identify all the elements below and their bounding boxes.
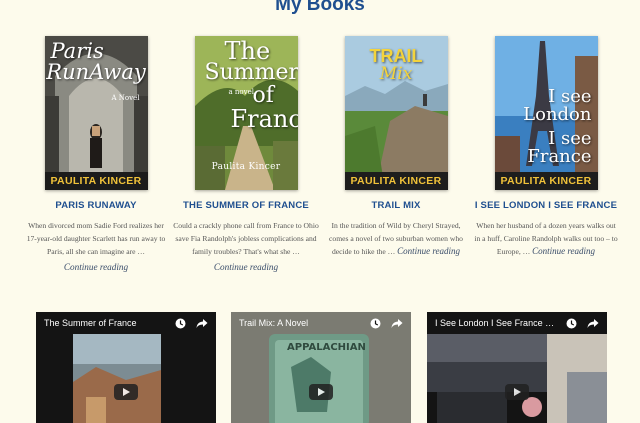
- video-controls: [174, 317, 208, 329]
- continue-reading-link[interactable]: Continue reading: [21, 262, 171, 272]
- book-card-paris-runaway: Paris RunAway A Novel PAULITA KINCER PAR…: [21, 36, 171, 272]
- cover-subtitle: A Novel: [111, 94, 140, 102]
- clock-icon[interactable]: [369, 317, 381, 329]
- book-cover[interactable]: TRAIL Mix PAULITA KINCER: [344, 36, 448, 190]
- book-excerpt: In the tradition of Wild by Cheryl Stray…: [321, 219, 471, 258]
- continue-reading-link[interactable]: Continue reading: [171, 262, 321, 272]
- book-card-trail-mix: TRAIL Mix PAULITA KINCER TRAIL MIX In th…: [321, 36, 471, 258]
- book-excerpt: When divorced mom Sadie Ford realizes he…: [21, 219, 171, 258]
- book-title-link[interactable]: THE SUMMER OF FRANCE: [171, 200, 321, 211]
- cover-title: of: [252, 83, 274, 108]
- book-card-summer-of-france: The Summer a novel of France Paulita Kin…: [171, 36, 321, 272]
- continue-reading-link[interactable]: Continue reading: [397, 246, 460, 256]
- book-card-i-see-london: I see London I see France PAULITA KINCER…: [471, 36, 621, 258]
- video-controls: [369, 317, 403, 329]
- video-title[interactable]: I See London I See France boo...: [435, 318, 555, 328]
- book-cover[interactable]: I see London I see France PAULITA KINCER: [494, 36, 598, 190]
- book-cover[interactable]: The Summer a novel of France Paulita Kin…: [194, 36, 298, 190]
- book-title-link[interactable]: PARIS RUNAWAY: [21, 200, 171, 211]
- book-cover[interactable]: Paris RunAway A Novel PAULITA KINCER: [44, 36, 148, 190]
- book-title-link[interactable]: TRAIL MIX: [321, 200, 471, 211]
- cover-subtitle: a novel: [228, 88, 254, 96]
- share-icon[interactable]: [587, 317, 599, 329]
- clock-icon[interactable]: [174, 317, 186, 329]
- share-icon[interactable]: [196, 317, 208, 329]
- share-icon[interactable]: [391, 317, 403, 329]
- cover-author: PAULITA KINCER: [44, 172, 148, 190]
- video-embed-i-see-london[interactable]: I See London I See France boo...: [427, 312, 607, 423]
- book-excerpt: When her husband of a dozen years walks …: [471, 219, 621, 258]
- cover-title: Paris: [50, 39, 104, 63]
- cover-author: PAULITA KINCER: [494, 172, 598, 190]
- video-title[interactable]: The Summer of France: [44, 318, 164, 328]
- video-title[interactable]: Trail Mix: A Novel: [239, 318, 359, 328]
- cover-title: Mix: [379, 64, 413, 84]
- play-icon[interactable]: [114, 384, 138, 400]
- book-title-link[interactable]: I SEE LONDON I SEE FRANCE: [471, 200, 621, 211]
- svg-text:APPALACHIAN: APPALACHIAN: [287, 342, 366, 353]
- cover-title: Summer: [204, 60, 298, 85]
- section-title: My Books: [275, 0, 365, 15]
- cover-title: TRAIL: [369, 46, 423, 66]
- play-icon[interactable]: [309, 384, 333, 400]
- cover-title: London: [523, 104, 592, 125]
- play-icon[interactable]: [505, 384, 529, 400]
- continue-reading-link[interactable]: Continue reading: [532, 246, 595, 256]
- book-excerpt-text: When divorced mom Sadie Ford realizes he…: [26, 221, 166, 256]
- book-excerpt-text: Could a crackly phone call from France t…: [173, 221, 319, 256]
- cover-title: I see: [548, 128, 592, 149]
- clock-icon[interactable]: [565, 317, 577, 329]
- video-embed-summer-of-france[interactable]: The Summer of France: [36, 312, 216, 423]
- book-excerpt: Could a crackly phone call from France t…: [171, 219, 321, 258]
- cover-author: PAULITA KINCER: [344, 172, 448, 190]
- cover-title: I see: [548, 86, 592, 107]
- video-embed-trail-mix[interactable]: APPALACHIAN Trail Mix: A Novel: [231, 312, 411, 423]
- cover-title: RunAway: [46, 60, 146, 84]
- cover-title: France: [230, 105, 298, 133]
- video-controls: [565, 317, 599, 329]
- cover-title: France: [527, 146, 592, 167]
- cover-author: Paulita Kincer: [211, 162, 281, 172]
